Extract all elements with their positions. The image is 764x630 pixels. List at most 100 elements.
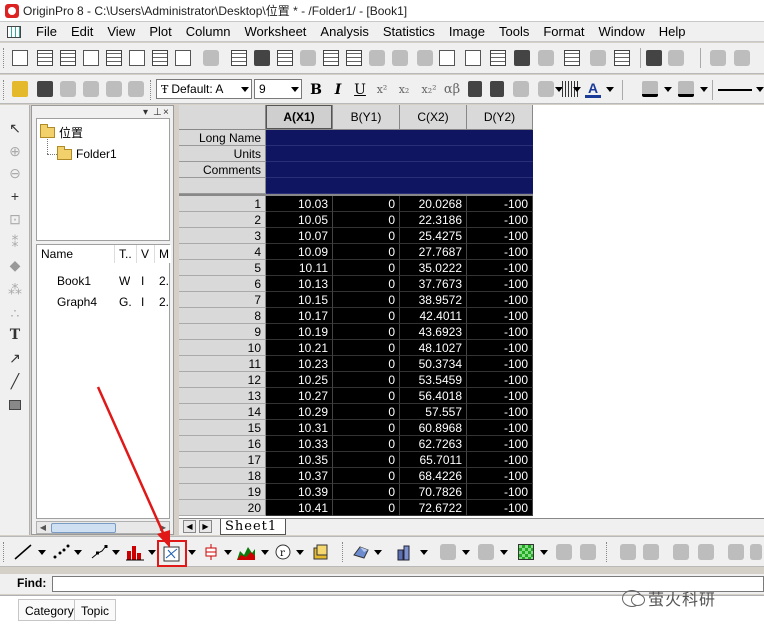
cell-a[interactable]: 10.09 — [266, 244, 333, 260]
cell-a[interactable]: 10.03 — [266, 196, 333, 212]
label-cells-blank[interactable] — [266, 178, 533, 194]
cell-b[interactable]: 0 — [333, 228, 400, 244]
cell-d[interactable]: -100 — [467, 324, 533, 340]
label-cells-comments[interactable] — [266, 162, 533, 178]
label-cells-long-name[interactable] — [266, 130, 533, 146]
column-header-b[interactable]: B(Y1) — [333, 105, 400, 130]
cell-d[interactable]: -100 — [467, 356, 533, 372]
next-sheet-icon[interactable]: ▶ — [199, 520, 212, 533]
cell-d[interactable]: -100 — [467, 452, 533, 468]
row-header[interactable]: 16 — [179, 436, 266, 452]
line-plot-icon[interactable] — [14, 543, 32, 561]
scroll-left-icon[interactable]: ◀ — [37, 522, 49, 533]
cell-c[interactable]: 20.0268 — [400, 196, 467, 212]
rectangle-tool-icon[interactable] — [7, 397, 23, 413]
screen-reader-icon[interactable]: ⁑ — [7, 234, 23, 250]
row-header[interactable]: 14 — [179, 404, 266, 420]
chevron-down-icon[interactable] — [74, 550, 82, 555]
cell-c[interactable]: 25.4275 — [400, 228, 467, 244]
label-row-units[interactable]: Units — [179, 146, 266, 162]
import-icon[interactable] — [300, 50, 316, 66]
open-icon[interactable] — [203, 50, 219, 66]
cell-b[interactable]: 0 — [333, 468, 400, 484]
col-header-type[interactable]: T.. — [115, 245, 137, 263]
cell-a[interactable]: 10.29 — [266, 404, 333, 420]
cell-d[interactable]: -100 — [467, 196, 533, 212]
row-header[interactable]: 11 — [179, 356, 266, 372]
new-layout-icon[interactable] — [152, 50, 168, 66]
chevron-down-icon[interactable] — [664, 87, 672, 92]
print-icon[interactable] — [439, 50, 455, 66]
3d-wireframe-icon[interactable] — [440, 544, 456, 560]
dropdown-icon[interactable]: ▾ — [143, 108, 153, 118]
polar-plot-icon[interactable]: r — [274, 543, 292, 561]
list-item[interactable]: Graph4 G. I 2. — [37, 292, 169, 312]
cell-a[interactable]: 10.39 — [266, 484, 333, 500]
cell-d[interactable]: -100 — [467, 468, 533, 484]
pin-icon[interactable]: ⊥ — [153, 108, 163, 118]
cell-c[interactable]: 38.9572 — [400, 292, 467, 308]
add-new-columns-icon[interactable] — [646, 50, 662, 66]
alignment-icon[interactable] — [538, 81, 554, 97]
menu-edit[interactable]: Edit — [64, 22, 100, 42]
row-header[interactable]: 5 — [179, 260, 266, 276]
cell-b[interactable]: 0 — [333, 436, 400, 452]
export-page-icon[interactable] — [734, 50, 750, 66]
cell-b[interactable]: 0 — [333, 196, 400, 212]
cell-b[interactable]: 0 — [333, 500, 400, 516]
origin-app-icon[interactable] — [5, 3, 19, 18]
row-header[interactable]: 20 — [179, 500, 266, 516]
cell-c[interactable]: 53.5459 — [400, 372, 467, 388]
underline-button[interactable]: U — [352, 81, 368, 99]
add-layer-icon[interactable] — [490, 50, 506, 66]
workbook-window-icon[interactable] — [7, 25, 21, 38]
row-header[interactable]: 1 — [179, 196, 266, 212]
cell-a[interactable]: 10.21 — [266, 340, 333, 356]
cell-a[interactable]: 10.11 — [266, 260, 333, 276]
template-library-icon[interactable] — [312, 543, 330, 561]
cell-d[interactable]: -100 — [467, 308, 533, 324]
italic-button[interactable]: I — [330, 81, 346, 99]
label-cells-units[interactable] — [266, 146, 533, 162]
row-header[interactable]: 13 — [179, 388, 266, 404]
line-symbol-plot-icon[interactable] — [90, 543, 108, 561]
chevron-down-icon[interactable] — [420, 550, 428, 555]
column-header-a[interactable]: A(X1) — [266, 105, 333, 130]
recalculate-icon[interactable] — [392, 50, 408, 66]
cell-b[interactable]: 0 — [333, 388, 400, 404]
line-tool-icon[interactable]: ╱ — [7, 373, 23, 389]
row-header[interactable]: 9 — [179, 324, 266, 340]
toolbar-grip[interactable] — [342, 542, 345, 562]
cell-c[interactable]: 72.6722 — [400, 500, 467, 516]
cell-d[interactable]: -100 — [467, 484, 533, 500]
close-icon[interactable]: × — [163, 108, 173, 118]
cell-b[interactable]: 0 — [333, 308, 400, 324]
cell-b[interactable]: 0 — [333, 324, 400, 340]
column-chart-icon[interactable] — [126, 543, 144, 561]
cell-d[interactable]: -100 — [467, 244, 533, 260]
toolbar-grip[interactable] — [3, 80, 6, 100]
lock-icon[interactable] — [60, 81, 76, 97]
select-all-corner[interactable] — [179, 105, 266, 130]
label-row-long-name[interactable]: Long Name — [179, 130, 266, 146]
row-header[interactable]: 12 — [179, 372, 266, 388]
cell-c[interactable]: 50.3734 — [400, 356, 467, 372]
row-header[interactable]: 6 — [179, 276, 266, 292]
subscript-button[interactable]: x₂ — [396, 81, 412, 99]
cell-c[interactable]: 37.7673 — [400, 276, 467, 292]
unlock-icon[interactable] — [83, 81, 99, 97]
new-graph-icon[interactable] — [83, 50, 99, 66]
pointer-icon[interactable]: ↖ — [7, 120, 23, 136]
cell-d[interactable]: -100 — [467, 436, 533, 452]
toolbar-grip[interactable] — [150, 80, 153, 100]
scale-in-icon[interactable]: ⊡ — [7, 211, 23, 227]
row-header[interactable]: 17 — [179, 452, 266, 468]
refresh-layer-icon[interactable] — [128, 81, 144, 97]
cell-d[interactable]: -100 — [467, 388, 533, 404]
cell-d[interactable]: -100 — [467, 404, 533, 420]
cell-a[interactable]: 10.23 — [266, 356, 333, 372]
col-header-name[interactable]: Name — [37, 245, 115, 263]
cell-b[interactable]: 0 — [333, 212, 400, 228]
row-header[interactable]: 4 — [179, 244, 266, 260]
area-chart-icon[interactable] — [236, 543, 256, 561]
